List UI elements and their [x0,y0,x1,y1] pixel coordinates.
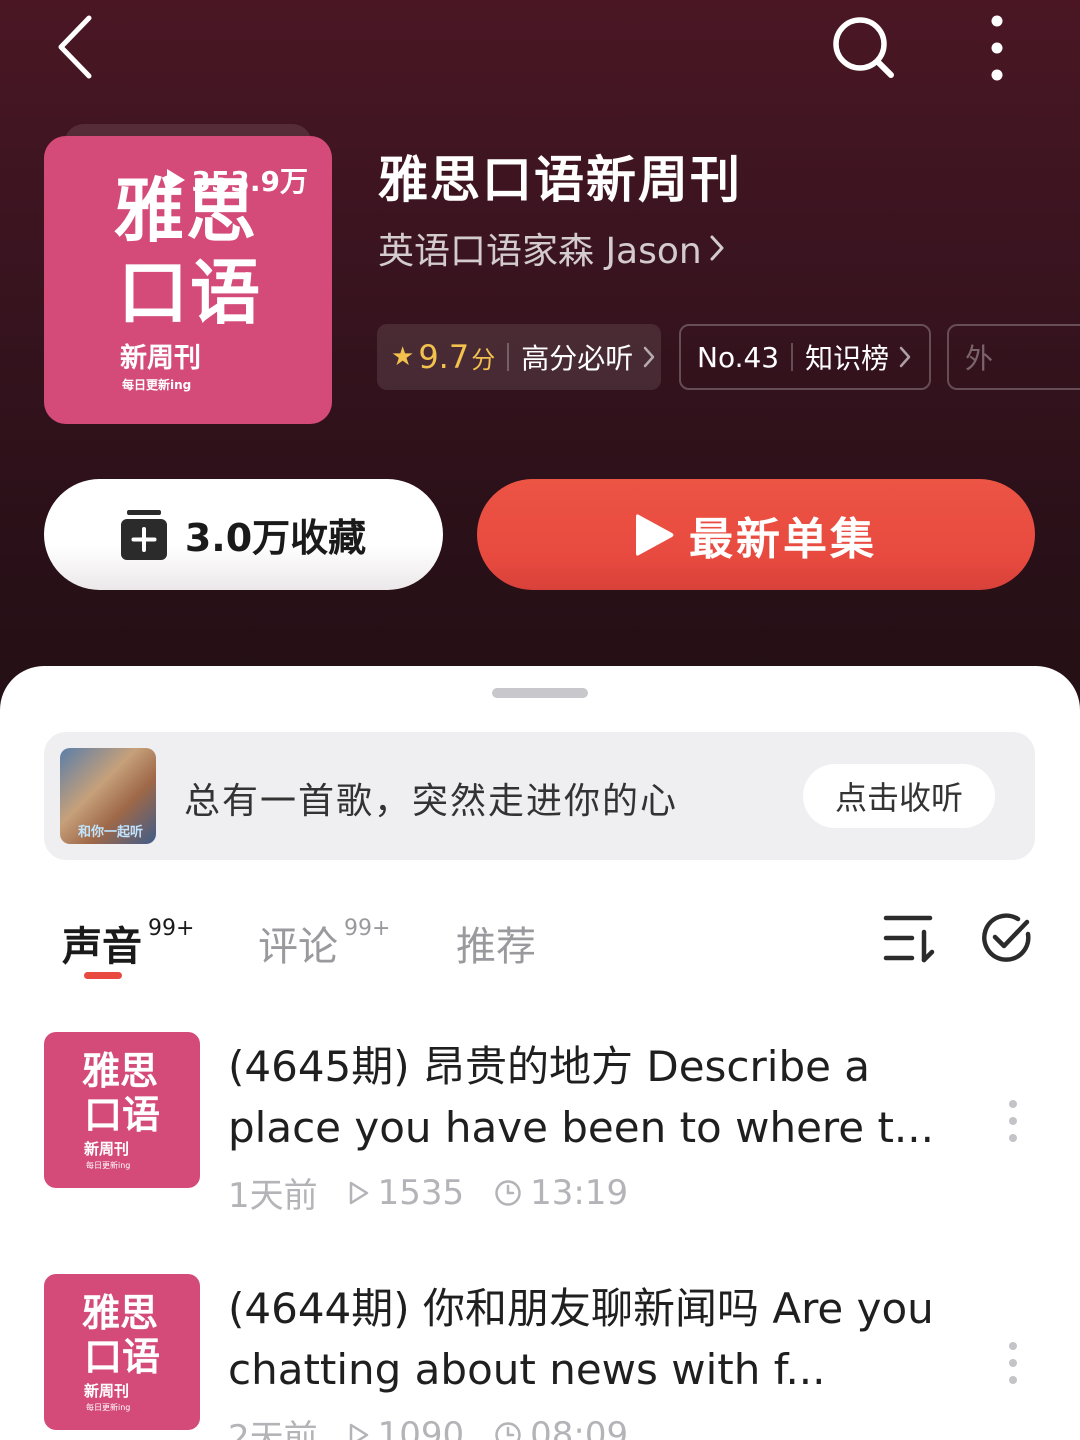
album-header: 雅思 口语 新周刊 每日更新ing 353.9万 雅思口语新周刊 英语口语家森 … [0,0,1080,720]
episode-meta: 2天前 1090 08:09 [228,1410,658,1440]
play-latest-label: 最新单集 [689,513,877,565]
episode-more-button[interactable] [998,1338,1028,1388]
cover-subtitle: 新周刊 [120,343,201,374]
episode-plays: 1535 [348,1172,465,1213]
chevron-right-icon [710,235,724,261]
clock-icon [495,1179,521,1206]
cover-tagline: 每日更新ing [122,378,192,392]
play-count: 353.9万 [167,160,308,200]
album-cover[interactable]: 雅思 口语 新周刊 每日更新ing 353.9万 [44,136,332,424]
tab-comments[interactable]: 评论 99+ [258,914,390,972]
more-options-button[interactable] [970,10,1024,86]
play-count-value: 353.9万 [191,165,308,198]
album-title: 雅思口语新周刊 [378,151,742,209]
divider [791,343,794,371]
episode-more-button[interactable] [998,1096,1028,1146]
rating-tag[interactable]: ★ 9.7 分 高分必听 [377,324,661,390]
star-icon: ★ [391,342,415,372]
episode-item[interactable]: 雅思 口语 新周刊 每日更新ing (4644期) 你和朋友聊新闻吗 Are y… [0,1274,1080,1440]
episode-title: (4644期) 你和朋友聊新闻吗 Are you chatting about … [228,1284,934,1394]
batch-select-button[interactable] [978,910,1038,966]
rank-label: 知识榜 [805,342,890,375]
episode-cover: 雅思 口语 新周刊 每日更新ing [44,1032,200,1188]
episode-cover-line3: 新周刊 [84,1140,130,1158]
chevron-left-icon [58,15,92,79]
tab-badge: 99+ [148,916,195,941]
author-link[interactable]: 英语口语家森 Jason [378,222,724,274]
episode-cover-line2: 口语 [84,1335,161,1379]
episode-duration-value: 08:09 [530,1414,629,1440]
collect-label: 3.0万收藏 [184,516,367,560]
tab-badge: 99+ [344,916,391,941]
play-icon [636,513,674,556]
episode-cover-line1: 雅思 [82,1291,159,1335]
active-tab-indicator [84,972,122,979]
sort-button[interactable] [878,910,938,966]
back-button[interactable] [40,10,110,84]
episode-cover-line2: 口语 [84,1093,161,1137]
more-tag-label: 外 [965,342,994,375]
episode-cover-line1: 雅思 [82,1049,159,1093]
episode-cover: 雅思 口语 新周刊 每日更新ing [44,1274,200,1430]
episode-duration: 08:09 [494,1415,628,1440]
play-outline-icon [349,1423,368,1440]
clock-icon [495,1421,521,1440]
tab-recommend[interactable]: 推荐 [456,914,536,972]
rating-unit: 分 [471,345,496,374]
tab-label: 推荐 [456,924,536,970]
vertical-ellipsis-icon [991,15,1003,81]
search-button[interactable] [822,10,906,86]
tab-label: 评论 [258,924,338,970]
tab-sound[interactable]: 声音 99+ [62,914,194,972]
drag-handle[interactable] [492,688,588,698]
content-sheet: 和你一起听 总有一首歌，突然走进你的心 点击收听 声音 99+ 评论 99+ 推… [0,666,1080,1440]
banner-text: 总有一首歌，突然走进你的心 [184,781,679,822]
episode-play-count: 1090 [377,1414,465,1440]
episode-cover-line4: 每日更新ing [86,1403,131,1412]
play-icon [167,169,186,191]
search-icon [833,17,894,78]
episode-cover-line3: 新周刊 [84,1382,130,1400]
episode-plays: 1090 [348,1414,465,1440]
chevron-right-icon [899,346,911,368]
episode-time-ago: 2天前 [228,1418,318,1440]
author-name: 英语口语家森 Jason [378,231,702,272]
banner-thumbnail: 和你一起听 [60,748,156,844]
episode-item[interactable]: 雅思 口语 新周刊 每日更新ing (4645期) 昂贵的地方 Describe… [0,1032,1080,1232]
episode-duration-value: 13:19 [530,1172,629,1213]
rank-number: No.43 [697,340,780,374]
sort-icon [883,915,935,963]
collect-add-icon [120,509,167,560]
promo-banner[interactable]: 和你一起听 总有一首歌，突然走进你的心 点击收听 [44,732,1035,860]
banner-thumb-text: 和你一起听 [78,825,144,840]
more-tag[interactable]: 外 [947,324,1080,390]
episode-duration: 13:19 [494,1173,628,1213]
collect-button[interactable]: 3.0万收藏 [44,479,443,590]
cover-title-line2: 口语 [118,252,262,334]
play-latest-button[interactable]: 最新单集 [477,479,1035,590]
banner-listen-button[interactable]: 点击收听 [803,764,995,828]
tab-label: 声音 [62,924,142,970]
vertical-ellipsis-icon [1009,1342,1017,1384]
episode-time-ago: 1天前 [228,1176,318,1216]
episode-play-count: 1535 [377,1172,465,1213]
divider [507,343,510,371]
episode-cover-line4: 每日更新ing [86,1161,131,1170]
episode-meta: 1天前 1535 13:19 [228,1168,658,1217]
vertical-ellipsis-icon [1009,1100,1017,1142]
chevron-right-icon [643,346,655,368]
check-circle-icon [982,913,1031,962]
episode-title: (4645期) 昂贵的地方 Describe a place you have … [228,1042,934,1152]
play-outline-icon [349,1181,368,1204]
rating-label: 高分必听 [521,342,634,375]
rating-score: 9.7 [418,338,470,376]
rank-tag[interactable]: No.43 知识榜 [679,324,931,390]
